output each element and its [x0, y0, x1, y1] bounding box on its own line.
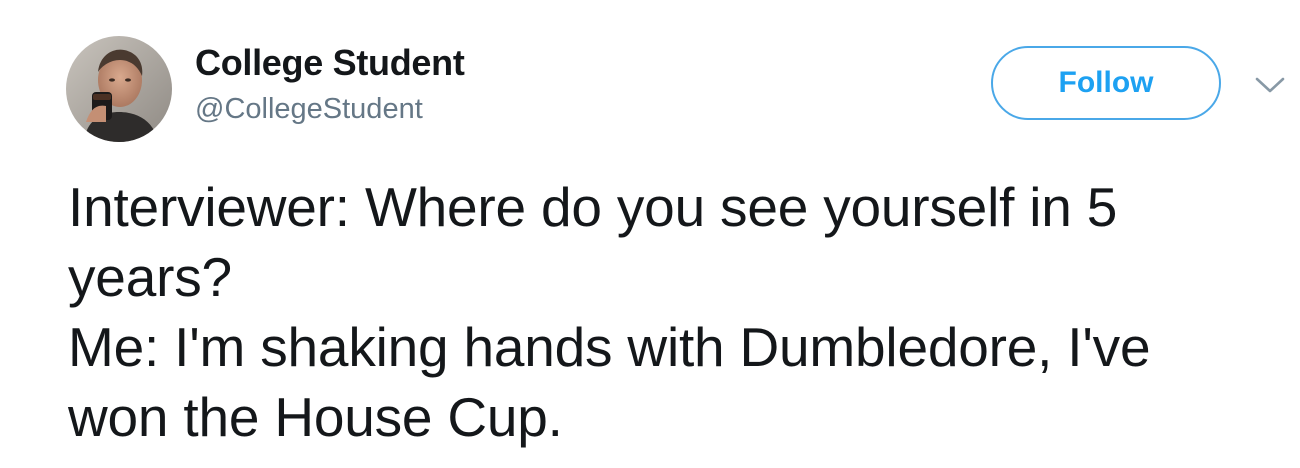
display-name[interactable]: College Student: [195, 42, 465, 84]
avatar[interactable]: [66, 36, 172, 142]
tweet-card: College Student @CollegeStudent Follow I…: [0, 0, 1300, 468]
tweet-text: Interviewer: Where do you see yourself i…: [68, 172, 1293, 452]
tweet-text-line: Interviewer: Where do you see yourself i…: [68, 176, 1118, 238]
tweet-text-line: years?: [68, 246, 232, 308]
user-handle[interactable]: @CollegeStudent: [195, 93, 423, 126]
more-options-chevron-down-icon[interactable]: [1252, 74, 1288, 96]
follow-button[interactable]: Follow: [991, 46, 1221, 120]
tweet-text-line: won the House Cup.: [68, 386, 563, 448]
tweet-text-line: Me: I'm shaking hands with Dumbledore, I…: [68, 316, 1151, 378]
chevron-down-icon: [1255, 77, 1285, 93]
avatar-photo: [66, 36, 172, 142]
